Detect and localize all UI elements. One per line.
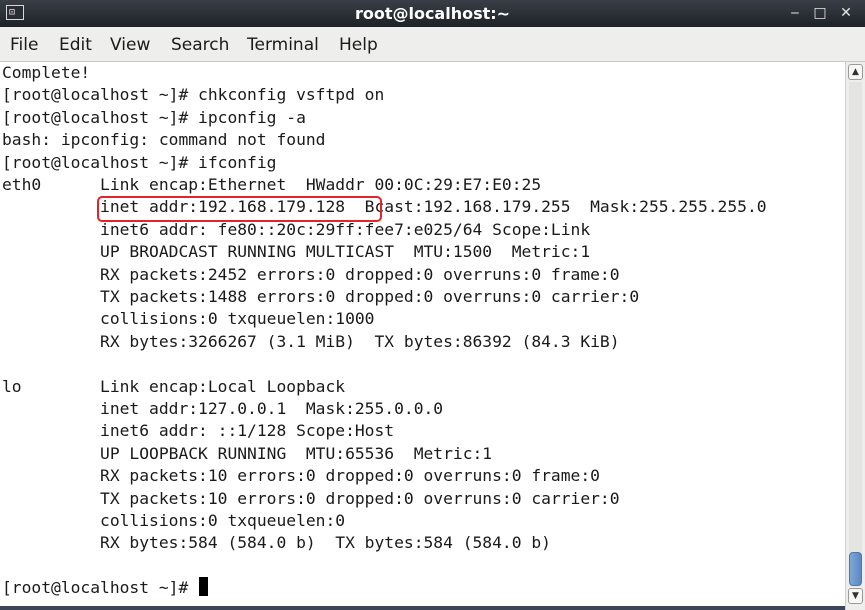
terminal-line: eth0 Link encap:Ethernet HWaddr 00:0C:29… — [2, 175, 561, 194]
terminal-line: inet6 addr: fe80::20c:29ff:fee7:e025/64 … — [2, 219, 591, 239]
scroll-thumb[interactable] — [849, 552, 862, 586]
terminal-prompt: [root@localhost ~]# — [2, 578, 199, 598]
terminal-line: RX packets:2452 errors:0 dropped:0 overr… — [2, 264, 620, 284]
terminal-line: collisions:0 txqueuelen:1000 — [2, 309, 385, 329]
terminal-line: inet6 addr: ::1/128 Scope:Host — [2, 421, 395, 441]
scroll-down-icon[interactable]: ▼ — [848, 588, 863, 604]
title-bar[interactable]: ⊡ root@localhost:~ ‒ □ ✕ — [0, 0, 865, 27]
terminal-window: ⊡ root@localhost:~ ‒ □ ✕ File Edit View … — [0, 0, 865, 610]
terminal-line: bash: ipconfig: command not found — [2, 130, 326, 150]
terminal-line: [root@localhost ~]# chkconfig vsftpd on — [2, 85, 385, 105]
menu-view[interactable]: View — [110, 27, 150, 61]
scroll-track[interactable] — [849, 82, 862, 586]
terminal-line: UP LOOPBACK RUNNING MTU:65536 Metric:1 — [2, 443, 493, 463]
menu-help[interactable]: Help — [339, 27, 378, 61]
terminal-line: lo Link encap:Local Loopback — [2, 376, 365, 396]
taskbar-edge — [0, 606, 845, 610]
terminal-line: RX packets:10 errors:0 dropped:0 overrun… — [2, 466, 600, 486]
inet-addr-highlight-box — [97, 196, 382, 222]
terminal-line: RX bytes:3266267 (3.1 MiB) TX bytes:8639… — [2, 331, 620, 351]
menu-edit[interactable]: Edit — [59, 27, 92, 61]
minimize-icon[interactable]: ‒ — [785, 3, 805, 23]
terminal-line: inet addr:127.0.0.1 Mask:255.0.0.0 — [2, 399, 444, 418]
terminal-line: [root@localhost ~]# ipconfig -a — [2, 107, 306, 127]
terminal-line: RX bytes:584 (584.0 b) TX bytes:584 (584… — [2, 533, 551, 553]
terminal-line: TX packets:1488 errors:0 dropped:0 overr… — [2, 287, 640, 306]
maximize-icon[interactable]: □ — [810, 3, 830, 23]
scroll-up-icon[interactable]: ▲ — [848, 64, 863, 80]
terminal-line: Complete! — [2, 63, 91, 82]
terminal-line: collisions:0 txqueuelen:0 — [2, 511, 355, 530]
terminal-prompt-line: [root@localhost ~]# — [2, 577, 209, 599]
text-cursor — [199, 577, 209, 597]
terminal-output[interactable]: Complete! [root@localhost ~]# chkconfig … — [0, 62, 845, 606]
menu-search[interactable]: Search — [171, 27, 229, 61]
menu-bar: File Edit View Search Terminal Help — [0, 27, 865, 62]
terminal-line: UP BROADCAST RUNNING MULTICAST MTU:1500 … — [2, 242, 591, 262]
terminal-line: TX packets:10 errors:0 dropped:0 overrun… — [2, 488, 620, 508]
vertical-scrollbar[interactable]: ▲ ▼ — [845, 62, 865, 610]
menu-terminal[interactable]: Terminal — [247, 27, 319, 61]
menu-file[interactable]: File — [10, 27, 38, 61]
window-title: root@localhost:~ — [354, 4, 511, 23]
close-icon[interactable]: ✕ — [836, 3, 856, 23]
terminal-line: [root@localhost ~]# ifconfig — [2, 152, 277, 172]
